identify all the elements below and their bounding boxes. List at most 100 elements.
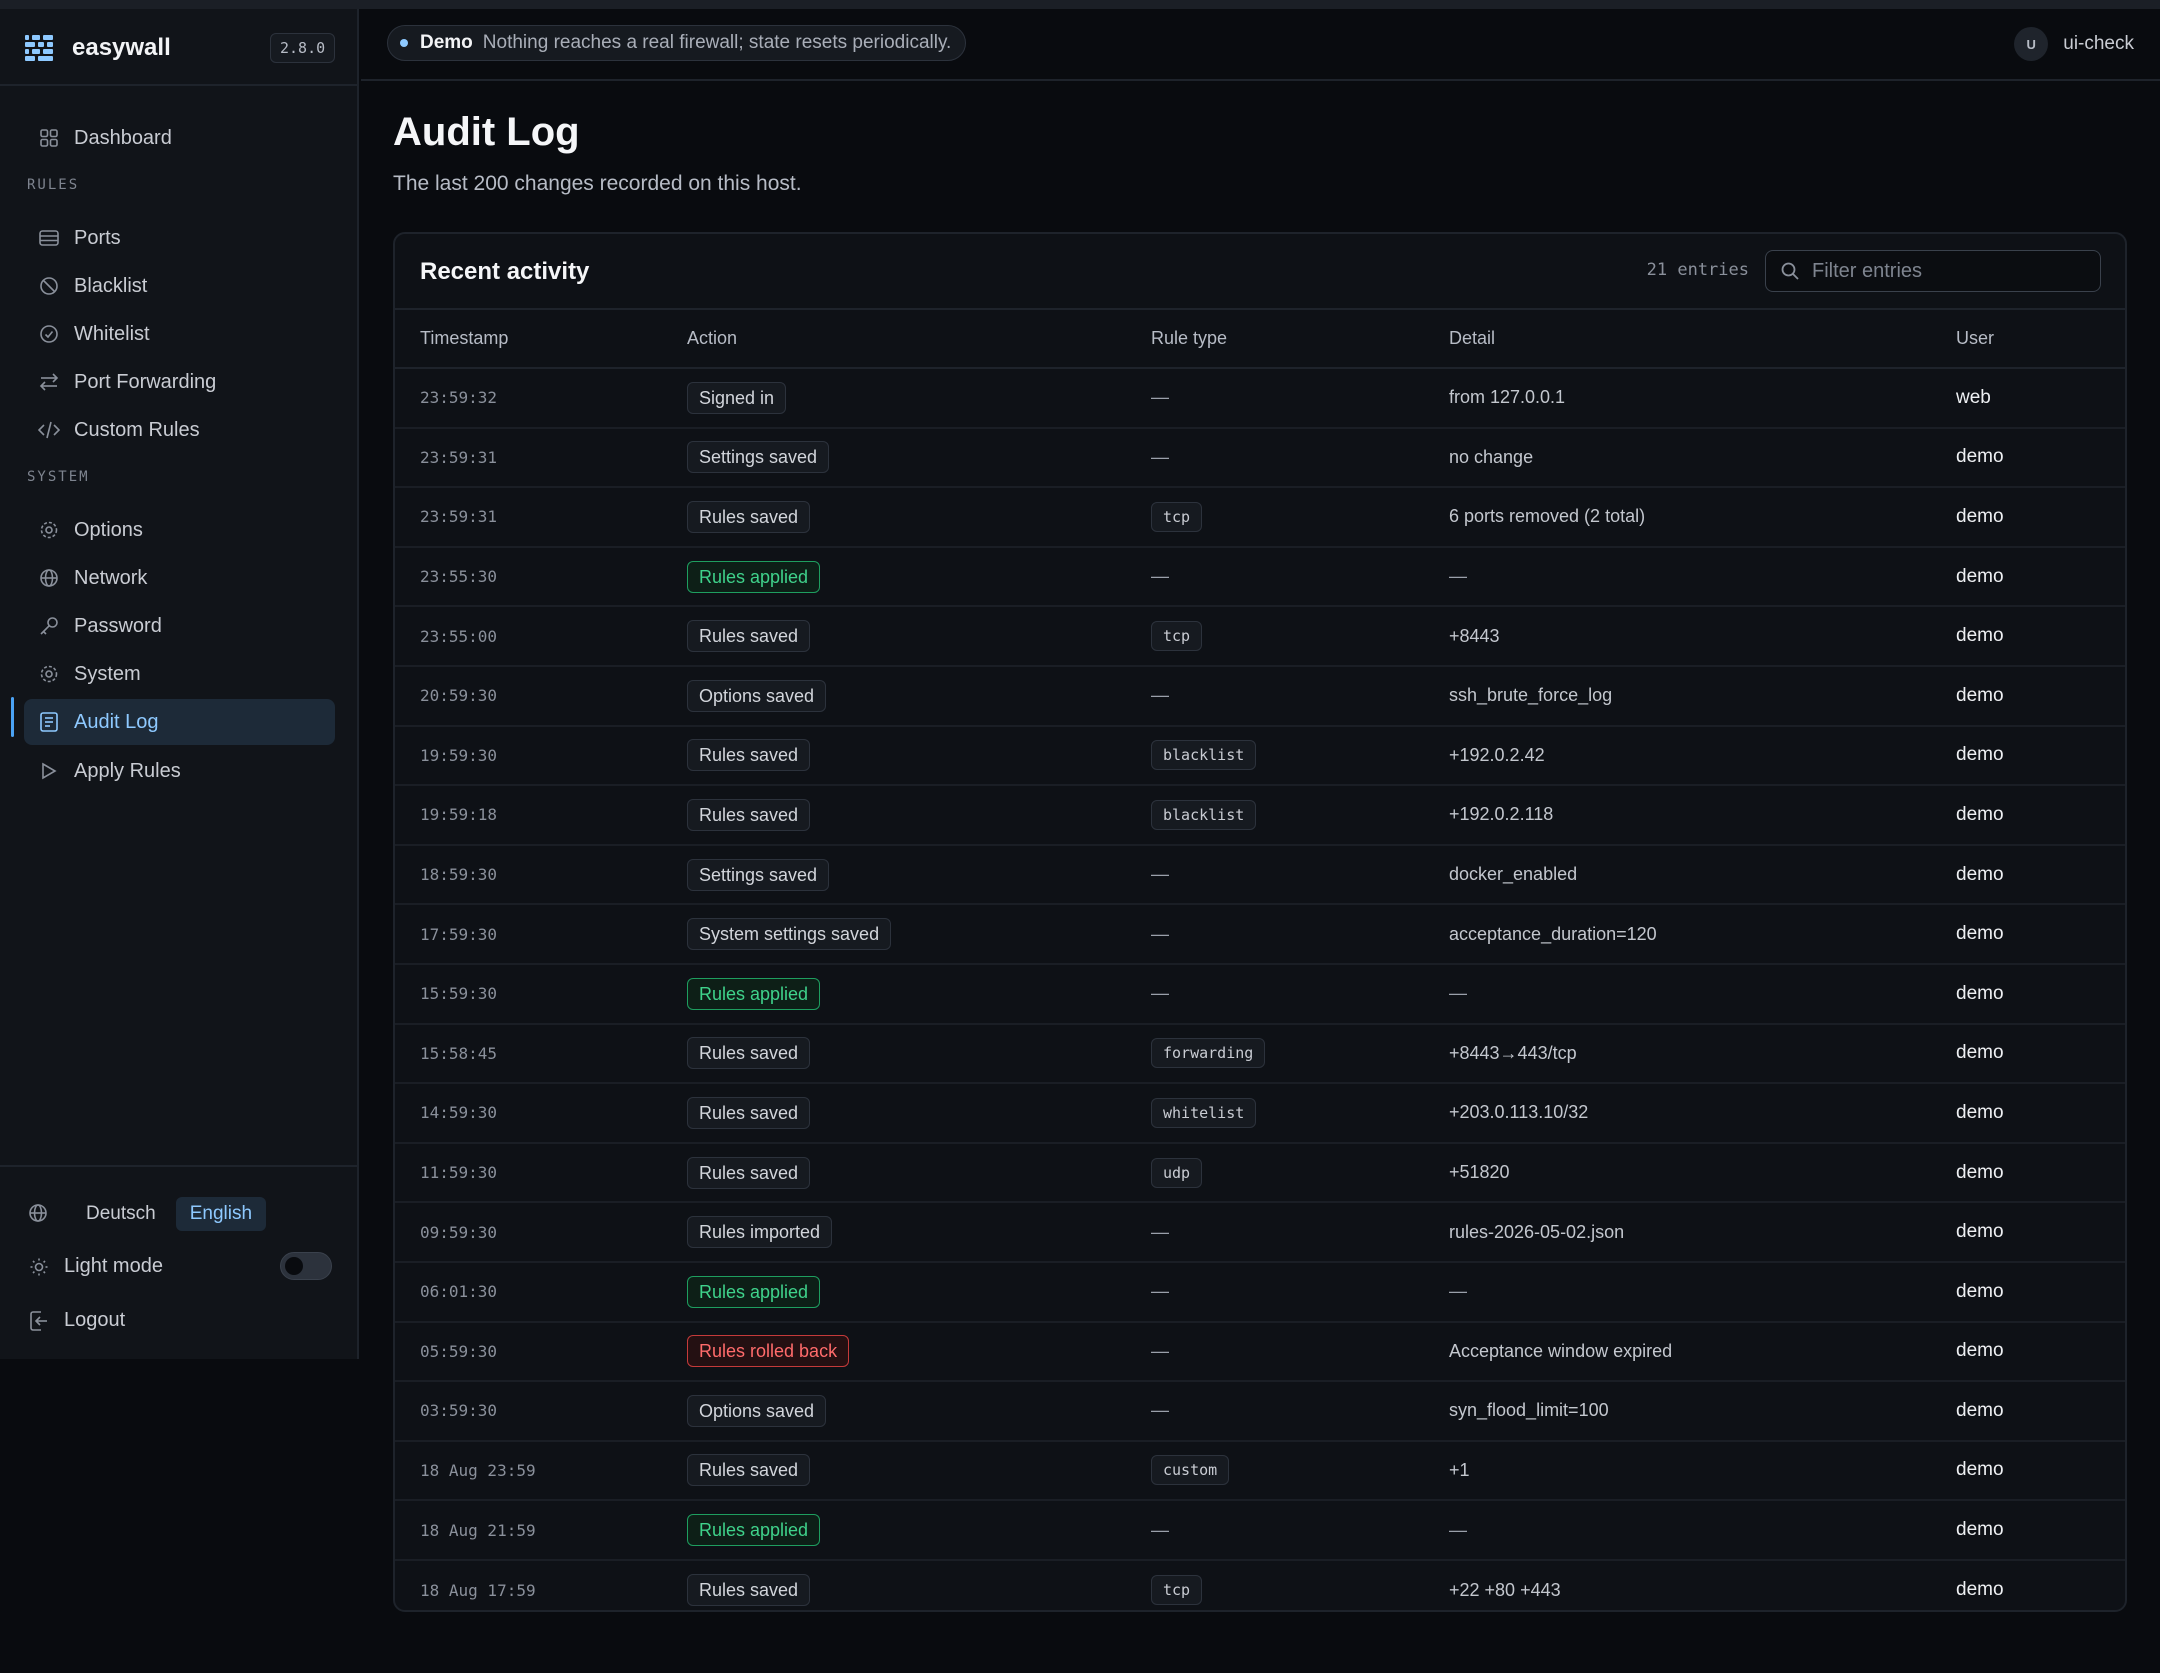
empty-value: — xyxy=(1151,983,1169,1004)
detail-cell: +192.0.2.42 xyxy=(1449,725,1956,787)
empty-value: — xyxy=(1151,387,1169,408)
user-text: demo xyxy=(1956,505,2004,527)
filter-input[interactable] xyxy=(1812,259,2092,283)
nav-item-blacklist[interactable]: Blacklist xyxy=(24,263,335,309)
action-cell: System settings saved xyxy=(687,904,1151,965)
user-menu[interactable]: U ui-check xyxy=(2014,27,2134,61)
detail-cell: +22 +80 +443 xyxy=(1449,1560,1956,1610)
detail-text: +8443 xyxy=(1449,625,1500,646)
entries-count: 21 entries xyxy=(1646,260,1749,280)
user-text: demo xyxy=(1956,625,2004,647)
user-text: demo xyxy=(1956,803,2004,825)
brand: easywall 2.8.0 xyxy=(0,9,357,86)
timestamp: 18 Aug 23:59 xyxy=(420,1460,536,1480)
detail-cell: — xyxy=(1449,1500,1956,1561)
empty-value: — xyxy=(1449,983,1467,1004)
play-icon xyxy=(38,760,60,782)
detail-text: +22 +80 +443 xyxy=(1449,1579,1561,1600)
rule-type-cell: — xyxy=(1151,904,1449,965)
filter-box xyxy=(1765,250,2101,292)
language-deutsch-button[interactable]: Deutsch xyxy=(72,1197,170,1231)
nav-label: Options xyxy=(74,518,143,541)
rule-type-cell: forwarding xyxy=(1151,1023,1449,1085)
nav-item-apply-rules[interactable]: Apply Rules xyxy=(24,748,335,794)
top-strip xyxy=(0,0,2160,9)
user-text: demo xyxy=(1956,1221,2004,1243)
table-row: 03:59:30 Options saved — syn_flood_limit=10… xyxy=(395,1381,2125,1442)
table-row: 14:59:30 Rules saved whitelist +203.0.113.1… xyxy=(395,1083,2125,1144)
user-text: demo xyxy=(1956,1519,2004,1541)
rule-type-cell: — xyxy=(1151,427,1449,489)
table-row: 18 Aug 23:59 Rules saved custom +1 demo xyxy=(395,1440,2125,1502)
column-header-action: Action xyxy=(687,310,1151,369)
table-row: 18:59:30 Settings saved — docker_enabled dem… xyxy=(395,844,2125,906)
user-cell: demo xyxy=(1956,1500,2125,1561)
user-text: demo xyxy=(1956,1459,2004,1481)
table-row: 17:59:30 System settings saved — acceptance… xyxy=(395,904,2125,965)
detail-text: +51820 xyxy=(1449,1162,1510,1183)
detail-text: no change xyxy=(1449,446,1534,467)
user-cell: demo xyxy=(1956,1381,2125,1442)
user-cell: demo xyxy=(1956,1142,2125,1204)
user-name: ui-check xyxy=(2063,33,2134,54)
user-cell: demo xyxy=(1956,725,2125,787)
timestamp: 23:59:31 xyxy=(420,447,498,467)
detail-text: ssh_brute_force_log xyxy=(1449,685,1613,706)
rule-type-cell: whitelist xyxy=(1151,1083,1449,1144)
action-cell: Signed in xyxy=(687,368,1151,429)
version-badge: 2.8.0 xyxy=(270,33,336,63)
detail-text: +1 xyxy=(1449,1459,1470,1480)
nav-item-audit-log[interactable]: Audit Log xyxy=(24,699,335,745)
rule-type-cell: — xyxy=(1151,368,1449,429)
action-cell: Rules saved xyxy=(687,487,1151,548)
detail-cell: ssh_brute_force_log xyxy=(1449,665,1956,727)
nav-item-system[interactable]: System xyxy=(24,651,335,697)
user-text: demo xyxy=(1956,1579,2004,1601)
table-row: 05:59:30 Rules rolled back — Acceptance win… xyxy=(395,1321,2125,1383)
nav-item-custom-rules[interactable]: Custom Rules xyxy=(24,407,335,453)
nav-item-whitelist[interactable]: Whitelist xyxy=(24,311,335,357)
nav-item-options[interactable]: Options xyxy=(24,507,335,553)
logout-link[interactable]: Logout xyxy=(28,1309,125,1332)
user-text: demo xyxy=(1956,1042,2004,1064)
detail-cell: acceptance_duration=120 xyxy=(1449,904,1956,965)
rule-type-tag: custom xyxy=(1151,1455,1230,1486)
table-row: 23:59:31 Settings saved — no change demo xyxy=(395,427,2125,489)
document-list-icon xyxy=(38,711,60,733)
rule-type-cell: — xyxy=(1151,963,1449,1025)
timestamp: 18:59:30 xyxy=(420,865,498,885)
action-cell: Rules saved xyxy=(687,606,1151,667)
action-cell: Rules saved xyxy=(687,1083,1151,1144)
nav-item-port-forwarding[interactable]: Port Forwarding xyxy=(24,359,335,405)
page-subtitle: The last 200 changes recorded on this ho… xyxy=(393,172,802,195)
empty-value: — xyxy=(1151,864,1169,885)
action-badge: Rules saved xyxy=(687,798,811,831)
rule-type-tag: udp xyxy=(1151,1157,1203,1188)
detail-text: +203.0.113.10/32 xyxy=(1449,1102,1589,1123)
app-name: easywall xyxy=(72,34,171,61)
table-row: 18 Aug 17:59 Rules saved tcp +22 +80 +443 de… xyxy=(395,1560,2125,1610)
rule-type-cell: — xyxy=(1151,1500,1449,1561)
light-mode-toggle[interactable] xyxy=(280,1252,332,1280)
user-cell: demo xyxy=(1956,1560,2125,1610)
rule-type-tag: blacklist xyxy=(1151,740,1257,771)
timestamp-cell: 23:55:00 xyxy=(395,606,687,667)
detail-text: rules-2026-05-02.json xyxy=(1449,1221,1625,1242)
user-cell: demo xyxy=(1956,1261,2125,1323)
detail-text: syn_flood_limit=100 xyxy=(1449,1400,1609,1421)
detail-cell: from 127.0.0.1 xyxy=(1449,368,1956,429)
user-cell: demo xyxy=(1956,665,2125,727)
action-cell: Options saved xyxy=(687,1381,1151,1442)
nav-item-network[interactable]: Network xyxy=(24,555,335,601)
language-english-button[interactable]: English xyxy=(175,1197,267,1231)
nav-item-password[interactable]: Password xyxy=(24,603,335,649)
rule-type-cell: — xyxy=(1151,1202,1449,1263)
gear-icon xyxy=(38,519,60,541)
globe-icon xyxy=(28,1203,50,1225)
column-header-rule-type: Rule type xyxy=(1151,310,1449,369)
nav-item-ports[interactable]: Ports xyxy=(24,215,335,261)
timestamp: 06:01:30 xyxy=(420,1282,498,1302)
nav-label: Network xyxy=(74,566,148,589)
nav-item-dashboard[interactable]: Dashboard xyxy=(24,115,335,161)
light-mode-row: Light mode xyxy=(28,1255,163,1278)
